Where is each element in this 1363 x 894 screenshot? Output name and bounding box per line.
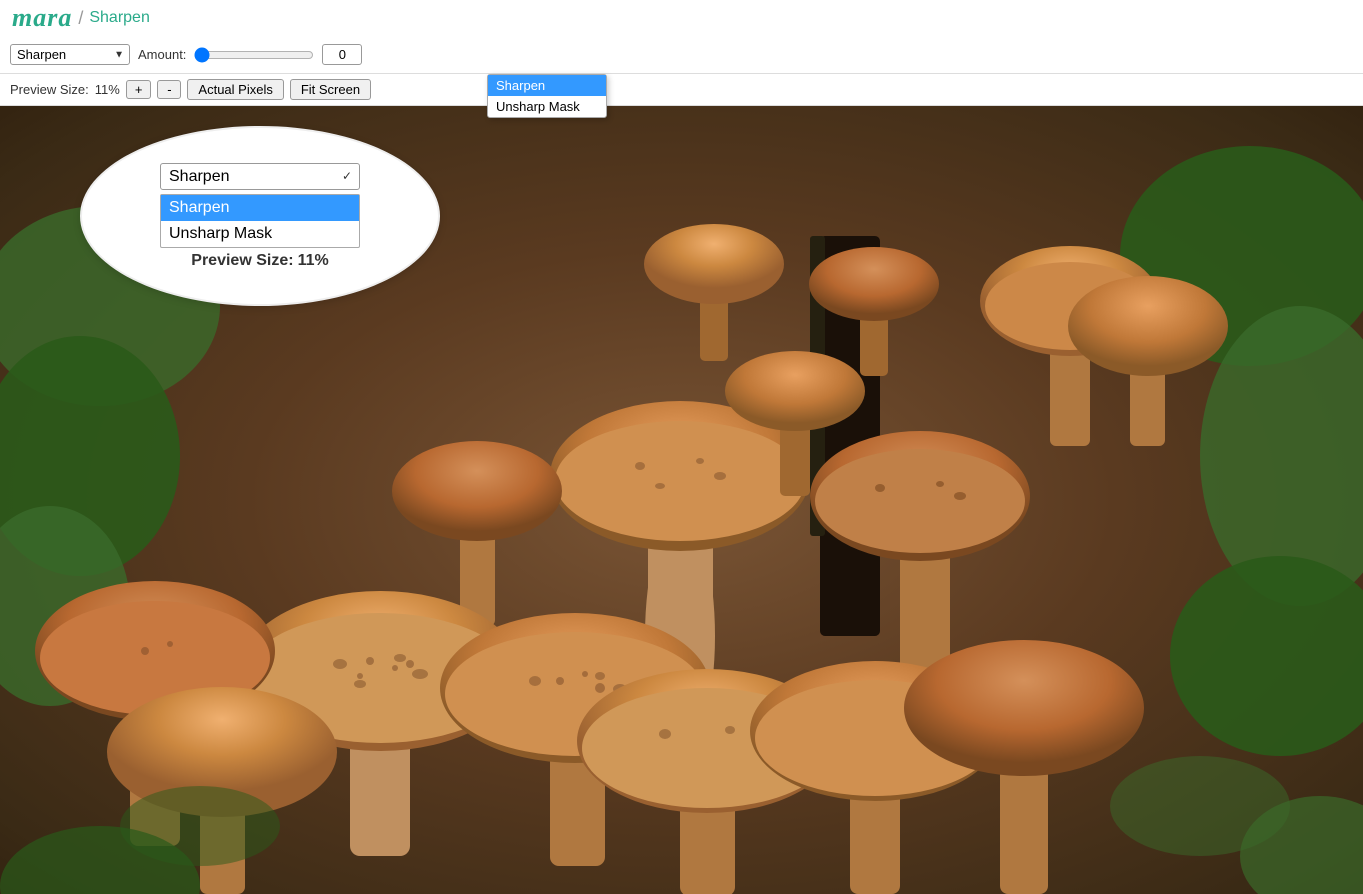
preview-size-label: Preview Size: <box>10 82 89 97</box>
callout-filter-select[interactable]: Sharpen Unsharp Mask <box>160 163 360 190</box>
main-content: Sharpen Unsharp Mask ✓ Sharpen Unsharp M… <box>0 106 1363 894</box>
callout-preview-row: Preview Size: 11% <box>191 252 328 270</box>
logo: mara <box>12 3 72 33</box>
zoom-in-button[interactable]: + <box>126 80 152 99</box>
callout-dropdown: Sharpen Unsharp Mask <box>160 194 360 248</box>
magnify-callout: Sharpen Unsharp Mask ✓ Sharpen Unsharp M… <box>80 126 440 306</box>
callout-dropdown-item-unsharp-mask[interactable]: Unsharp Mask <box>161 221 359 247</box>
logo-area: mara / Sharpen <box>12 3 150 33</box>
filter-select-wrapper[interactable]: Sharpen Unsharp Mask ▼ <box>10 44 130 65</box>
fit-screen-button[interactable]: Fit Screen <box>290 79 371 100</box>
toolbar-row2: Preview Size: 11% + - Actual Pixels Fit … <box>0 74 1363 106</box>
callout-filter-wrapper[interactable]: Sharpen Unsharp Mask ✓ <box>160 163 360 190</box>
actual-pixels-button[interactable]: Actual Pixels <box>187 79 283 100</box>
callout-preview-size: 11% <box>298 252 329 270</box>
header: mara / Sharpen <box>0 0 1363 36</box>
amount-slider[interactable] <box>194 47 314 63</box>
breadcrumb-page: Sharpen <box>89 9 150 27</box>
filter-select[interactable]: Sharpen Unsharp Mask <box>10 44 130 65</box>
dropdown-item-sharpen[interactable]: Sharpen <box>488 75 606 96</box>
dropdown-item-unsharp-mask[interactable]: Unsharp Mask <box>488 96 606 117</box>
filter-dropdown-popup: Sharpen Unsharp Mask <box>487 74 607 118</box>
breadcrumb-separator: / <box>78 8 83 29</box>
callout-dropdown-item-sharpen[interactable]: Sharpen <box>161 195 359 221</box>
callout-preview-label: Preview Size: <box>191 252 293 270</box>
amount-label: Amount: <box>138 47 186 62</box>
zoom-out-button[interactable]: - <box>157 80 181 99</box>
amount-input[interactable] <box>322 44 362 65</box>
toolbar-row1: Sharpen Unsharp Mask ▼ Sharpen Unsharp M… <box>0 36 1363 74</box>
preview-size-value: 11% <box>95 82 120 97</box>
